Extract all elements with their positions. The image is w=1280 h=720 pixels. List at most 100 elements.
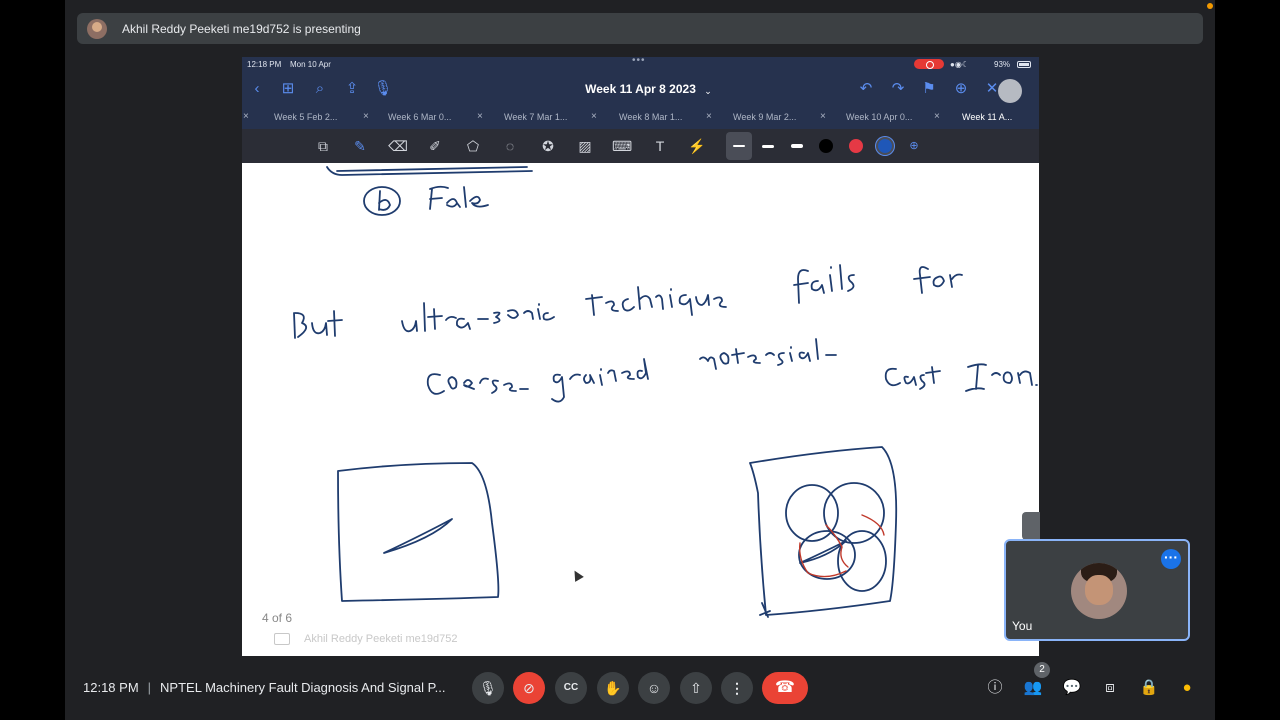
highlighter-icon[interactable]: ✐ xyxy=(425,136,445,156)
battery-icon xyxy=(1017,61,1031,68)
screen-record-icon xyxy=(914,59,944,69)
side-panel-handle[interactable] xyxy=(1022,512,1040,540)
ipad-date: Mon 10 Apr xyxy=(290,60,331,69)
presenting-text: Akhil Reddy Peeketi me19d752 is presenti… xyxy=(122,21,361,36)
page-indicator: 4 of 6 xyxy=(262,611,293,625)
tab-close-icon[interactable]: × xyxy=(820,111,826,122)
keyboard-icon[interactable]: ⌨ xyxy=(612,136,632,156)
sketch-grain-2 xyxy=(823,482,885,544)
eraser-icon[interactable]: ⌫ xyxy=(388,136,408,156)
previous-box-stroke xyxy=(336,166,528,172)
handwriting-Iron xyxy=(965,363,1038,392)
more-options-icon[interactable]: ··· xyxy=(1161,549,1181,569)
option-b-letter xyxy=(378,190,391,211)
note-canvas[interactable]: 4 of 6 Akhil Reddy Peeketi me19d752 xyxy=(242,163,1039,656)
tab-week-8[interactable]: Week 8 Mar 1... xyxy=(619,112,682,122)
notebook-tabs: × Week 5 Feb 2... × Week 6 Mar 0... × We… xyxy=(242,109,1039,127)
undo-icon[interactable]: ↶ xyxy=(856,79,876,99)
handwriting-False xyxy=(446,198,461,208)
shapes-icon[interactable]: ⬠ xyxy=(463,136,483,156)
handwriting-But xyxy=(311,322,328,336)
stroke-thin-icon[interactable] xyxy=(733,145,745,147)
handwriting-layer xyxy=(293,166,1038,618)
tab-close-icon[interactable]: × xyxy=(477,111,483,122)
add-color-icon[interactable]: ⊕ xyxy=(904,136,924,156)
tab-close-icon[interactable]: × xyxy=(706,111,712,122)
handwriting-Coarse-grained xyxy=(426,373,529,395)
tab-close-icon[interactable]: × xyxy=(243,111,249,122)
activities-icon[interactable]: ⧈ xyxy=(1100,678,1120,698)
self-view-name: You xyxy=(1012,619,1033,633)
captions-button[interactable]: CC xyxy=(555,672,587,704)
handwriting-fails xyxy=(793,264,855,304)
drawing-tools: ⧉ ✎ ⌫ ✐ ⬠ ◌ ✪ ▨ ⌨ T ⚡ ⊕ xyxy=(242,129,1039,163)
text-tool-icon[interactable]: T xyxy=(650,136,670,156)
lasso-icon[interactable]: ◌ xyxy=(500,136,520,156)
tab-close-icon[interactable]: × xyxy=(363,111,369,122)
handwriting-But xyxy=(327,310,343,337)
handwriting-materials xyxy=(699,338,837,370)
people-icon[interactable]: 👥 xyxy=(1023,678,1043,698)
gemini-icon[interactable]: ● xyxy=(1177,678,1197,698)
ipad-status-bar: 12:18 PM Mon 10 Apr ••• ●◉☾ 93% xyxy=(242,57,1039,73)
meeting-time: 12:18 PM xyxy=(83,680,139,695)
sketch-specimen-box xyxy=(337,462,500,602)
multitask-dots-icon[interactable]: ••• xyxy=(632,57,646,66)
handwriting-False xyxy=(469,195,489,208)
ipad-time: 12:18 PM xyxy=(247,60,282,69)
camera-off-button[interactable]: ⊘ xyxy=(513,672,545,704)
sketch-crack xyxy=(383,518,453,554)
leave-call-button[interactable]: ☎ xyxy=(762,672,808,704)
participant-count-badge: 2 xyxy=(1034,662,1050,678)
color-black-swatch[interactable] xyxy=(819,139,833,153)
handwriting-ultra-sonic xyxy=(423,302,471,332)
tab-week-11[interactable]: Week 11 A... xyxy=(962,112,1012,122)
handwriting-ultra-sonic xyxy=(477,303,555,324)
presenter-avatar xyxy=(87,18,107,39)
microphone-button[interactable]: 🎙 xyxy=(472,672,504,704)
raise-hand-button[interactable]: ✋ xyxy=(597,672,629,704)
notes-toolbar: ‹ ⊞ ⌕ ⇪ 🎙 Week 11 Apr 8 2023 ⌄ ↶ ↷ ⚑ ⊕ ✕ xyxy=(242,75,1039,103)
emoji-button[interactable]: ☺ xyxy=(638,672,670,704)
presenter-watermark: Akhil Reddy Peeketi me19d752 xyxy=(274,633,457,645)
sketch-grain-4 xyxy=(837,530,887,592)
presence-avatar xyxy=(998,79,1022,103)
handwriting-technique xyxy=(585,286,727,316)
add-page-icon[interactable]: ⊕ xyxy=(951,79,971,99)
tab-week-6[interactable]: Week 6 Mar 0... xyxy=(388,112,451,122)
tab-week-9[interactable]: Week 9 Mar 2... xyxy=(733,112,796,122)
more-options-button[interactable]: ⋮ xyxy=(721,672,753,704)
redo-icon[interactable]: ↷ xyxy=(888,79,908,99)
handwriting-False xyxy=(463,186,467,208)
laser-pointer-icon[interactable]: ⚡ xyxy=(687,136,707,156)
sticker-icon[interactable]: ✪ xyxy=(538,136,558,156)
tab-week-7[interactable]: Week 7 Mar 1... xyxy=(504,112,567,122)
tab-close-icon[interactable]: × xyxy=(934,111,940,122)
handwriting-ultra-sonic xyxy=(401,320,418,333)
tab-week-10[interactable]: Week 10 Apr 0... xyxy=(846,112,912,122)
presenting-banner: Akhil Reddy Peeketi me19d752 is presenti… xyxy=(77,13,1203,44)
tab-week-5[interactable]: Week 5 Feb 2... xyxy=(274,112,337,122)
pen-icon[interactable]: ✎ xyxy=(350,136,370,156)
meeting-title: NPTEL Machinery Fault Diagnosis And Sign… xyxy=(160,680,446,695)
handwriting-False xyxy=(429,185,449,210)
meeting-details-icon[interactable]: ⓘ xyxy=(985,678,1005,698)
notes-app-header: 12:18 PM Mon 10 Apr ••• ●◉☾ 93% ‹ ⊞ ⌕ ⇪ … xyxy=(242,57,1039,163)
self-video xyxy=(1071,563,1127,619)
image-icon[interactable]: ▨ xyxy=(575,136,595,156)
handwriting-Cast xyxy=(884,366,941,390)
handwriting-But xyxy=(293,312,308,339)
stroke-medium-icon[interactable] xyxy=(762,145,774,148)
present-screen-button[interactable]: ⇧ xyxy=(680,672,712,704)
title-chevron-icon[interactable]: ⌄ xyxy=(698,81,718,101)
meeting-info: 12:18 PM | NPTEL Machinery Fault Diagnosis… xyxy=(83,680,446,695)
color-red-swatch[interactable] xyxy=(849,139,863,153)
lasso-image-icon[interactable]: ⧉ xyxy=(313,136,333,156)
stroke-thick-icon[interactable] xyxy=(791,144,803,148)
tab-close-icon[interactable]: × xyxy=(591,111,597,122)
self-view-tile[interactable]: ··· You xyxy=(1004,539,1190,641)
color-blue-swatch[interactable] xyxy=(878,139,892,153)
host-controls-icon[interactable]: 🔒 xyxy=(1139,678,1159,698)
chat-icon[interactable]: 💬 xyxy=(1062,678,1082,698)
bookmark-icon[interactable]: ⚑ xyxy=(919,79,939,99)
